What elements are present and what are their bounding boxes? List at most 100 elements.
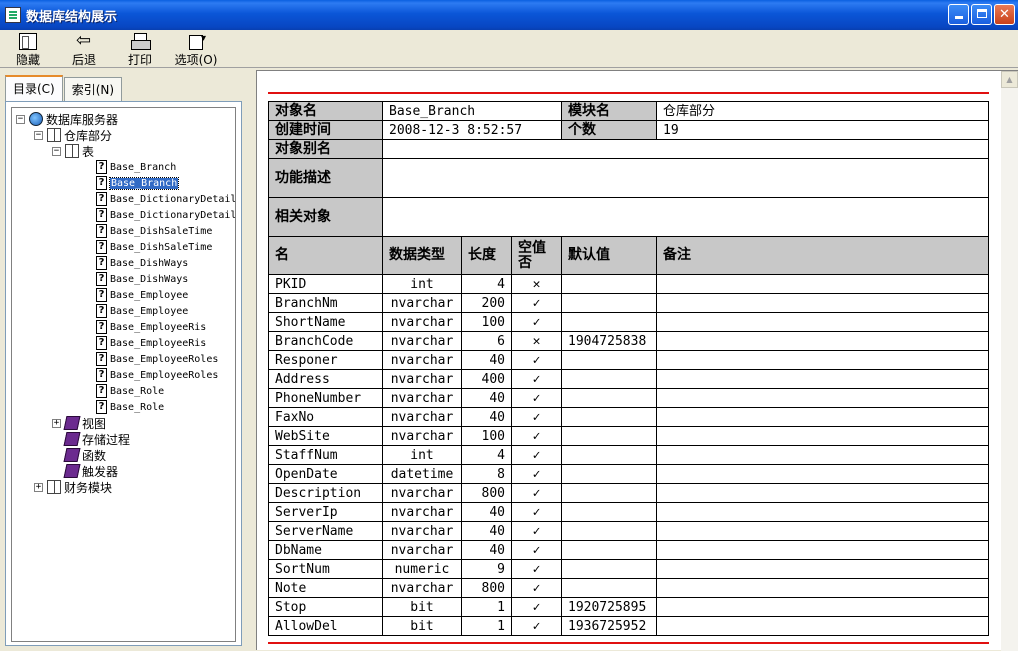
field-type-cell: nvarchar	[382, 312, 462, 332]
back-button[interactable]: 后退	[56, 30, 112, 68]
tree-node-warehouse[interactable]: − 仓库部分	[34, 127, 112, 143]
field-row: FaxNo nvarchar 40 ✓	[268, 407, 989, 427]
tree-item-label: Base_DishSaleTime	[110, 241, 213, 253]
field-name-cell: PhoneNumber	[268, 388, 383, 408]
field-length-cell: 40	[461, 407, 512, 427]
col-header-length: 长度	[461, 236, 512, 275]
tree-label-funcs: 函数	[82, 448, 107, 463]
tree-item-table[interactable]: ? Base_DishWays	[96, 255, 188, 271]
tree-item-table[interactable]: ? Base_DishSaleTime	[96, 239, 212, 255]
field-remark-cell	[656, 559, 989, 579]
expand-icon[interactable]: +	[52, 418, 61, 428]
tree-item-table[interactable]: ? Base_Role	[96, 383, 164, 399]
maximize-button[interactable]	[971, 4, 992, 25]
options-button[interactable]: 选项(O)	[168, 30, 224, 68]
tree-item-table[interactable]: ? Base_Branch	[96, 175, 180, 191]
field-remark-cell	[656, 445, 989, 465]
field-row: Stop bit 1 ✓ 1920725895	[268, 597, 989, 617]
field-row: BranchNm nvarchar 200 ✓	[268, 293, 989, 313]
field-nullable-cell: ✓	[511, 464, 562, 484]
tree-item-label: Base_Branch	[110, 161, 177, 173]
tree-container: − 数据库服务器 − 仓库部分 − 表 ? Base_Branch? Base_Br…	[5, 101, 242, 646]
nav-tabs: 目录(C) 索引(N)	[5, 75, 123, 101]
tree-item-table[interactable]: ? Base_EmployeeRis	[96, 319, 206, 335]
tree-node-views[interactable]: + 视图	[52, 415, 106, 431]
tab-contents[interactable]: 目录(C)	[5, 75, 63, 101]
field-default-cell: 1920725895	[561, 597, 657, 617]
tree-item-table[interactable]: ? Base_Branch	[96, 159, 176, 175]
field-length-cell: 6	[461, 331, 512, 351]
field-nullable-cell: ✓	[511, 445, 562, 465]
field-type-cell: nvarchar	[382, 369, 462, 389]
collapse-icon[interactable]: −	[34, 130, 43, 140]
field-name-cell: ServerName	[268, 521, 383, 541]
field-remark-cell	[656, 407, 989, 427]
field-name-cell: OpenDate	[268, 464, 383, 484]
close-button[interactable]: ✕	[994, 4, 1015, 25]
tree-node-procs[interactable]: 存储过程	[63, 431, 130, 447]
tab-index[interactable]: 索引(N)	[63, 77, 123, 101]
tree-node-triggers[interactable]: 触发器	[63, 463, 118, 479]
title-bar[interactable]: 数据库结构展示 ✕	[0, 0, 1018, 30]
expand-icon[interactable]: +	[34, 482, 43, 492]
tree-item-table[interactable]: ? Base_Employee	[96, 303, 188, 319]
top-rule	[268, 92, 989, 94]
vertical-scrollbar[interactable]: ▲	[1001, 71, 1018, 651]
field-nullable-cell: ✓	[511, 312, 562, 332]
field-remark-cell	[656, 350, 989, 370]
tree-node-root[interactable]: − 数据库服务器	[16, 111, 118, 127]
tree-node-finance[interactable]: + 财务模块	[34, 479, 112, 495]
tree-item-table[interactable]: ? Base_Employee	[96, 287, 188, 303]
field-nullable-cell: ✓	[511, 540, 562, 560]
field-default-cell	[561, 274, 657, 294]
scroll-up-arrow-icon[interactable]: ▲	[1001, 71, 1018, 88]
tree-item-table[interactable]: ? Base_DishSaleTime	[96, 223, 212, 239]
minimize-icon	[954, 16, 963, 19]
field-name-cell: WebSite	[268, 426, 383, 446]
tree-item-table[interactable]: ? Base_DictionaryDetail	[96, 191, 235, 207]
field-length-cell: 800	[461, 483, 512, 503]
help-page-icon: ?	[96, 304, 107, 318]
tree-item-table[interactable]: ? Base_DishWays	[96, 271, 188, 287]
help-page-icon: ?	[96, 400, 107, 414]
field-row: BranchCode nvarchar 6 ✕ 1904725838	[268, 331, 989, 351]
field-length-cell: 4	[461, 445, 512, 465]
field-length-cell: 1	[461, 597, 512, 617]
field-nullable-cell: ✓	[511, 502, 562, 522]
open-book-icon	[65, 144, 79, 158]
collapse-icon[interactable]: −	[52, 146, 61, 156]
object-name-label: 对象名	[268, 101, 383, 121]
tree-node-funcs[interactable]: 函数	[63, 447, 107, 463]
column-header-row: 名 数据类型 长度 空值否 默认值 备注	[268, 236, 989, 275]
field-type-cell: nvarchar	[382, 293, 462, 313]
field-length-cell: 8	[461, 464, 512, 484]
pane-splitter[interactable]	[248, 70, 256, 650]
tree-item-table[interactable]: ? Base_EmployeeRoles	[96, 351, 218, 367]
field-name-cell: BranchCode	[268, 331, 383, 351]
field-type-cell: nvarchar	[382, 578, 462, 598]
tree-item-table[interactable]: ? Base_DictionaryDetail	[96, 207, 235, 223]
field-default-cell	[561, 483, 657, 503]
help-page-icon: ?	[96, 224, 107, 238]
closed-book-icon	[63, 432, 81, 446]
tree-view[interactable]: − 数据库服务器 − 仓库部分 − 表 ? Base_Branch? Base_Br…	[11, 107, 236, 642]
field-length-cell: 40	[461, 350, 512, 370]
minimize-button[interactable]	[948, 4, 969, 25]
field-name-cell: Note	[268, 578, 383, 598]
field-remark-cell	[656, 426, 989, 446]
print-button[interactable]: 打印	[112, 30, 168, 68]
field-nullable-cell: ✓	[511, 597, 562, 617]
related-value	[382, 197, 989, 237]
field-nullable-cell: ✓	[511, 559, 562, 579]
tree-item-table[interactable]: ? Base_EmployeeRis	[96, 335, 206, 351]
field-name-cell: BranchNm	[268, 293, 383, 313]
collapse-icon[interactable]: −	[16, 114, 25, 124]
tree-item-table[interactable]: ? Base_Role	[96, 399, 164, 415]
hide-button[interactable]: 隐藏	[0, 30, 56, 68]
globe-icon	[29, 112, 43, 126]
tree-item-table[interactable]: ? Base_EmployeeRoles	[96, 367, 218, 383]
field-remark-cell	[656, 312, 989, 332]
tree-node-tables[interactable]: − 表	[52, 143, 94, 159]
count-value: 19	[656, 120, 989, 140]
tree-item-label: Base_Role	[110, 401, 165, 413]
